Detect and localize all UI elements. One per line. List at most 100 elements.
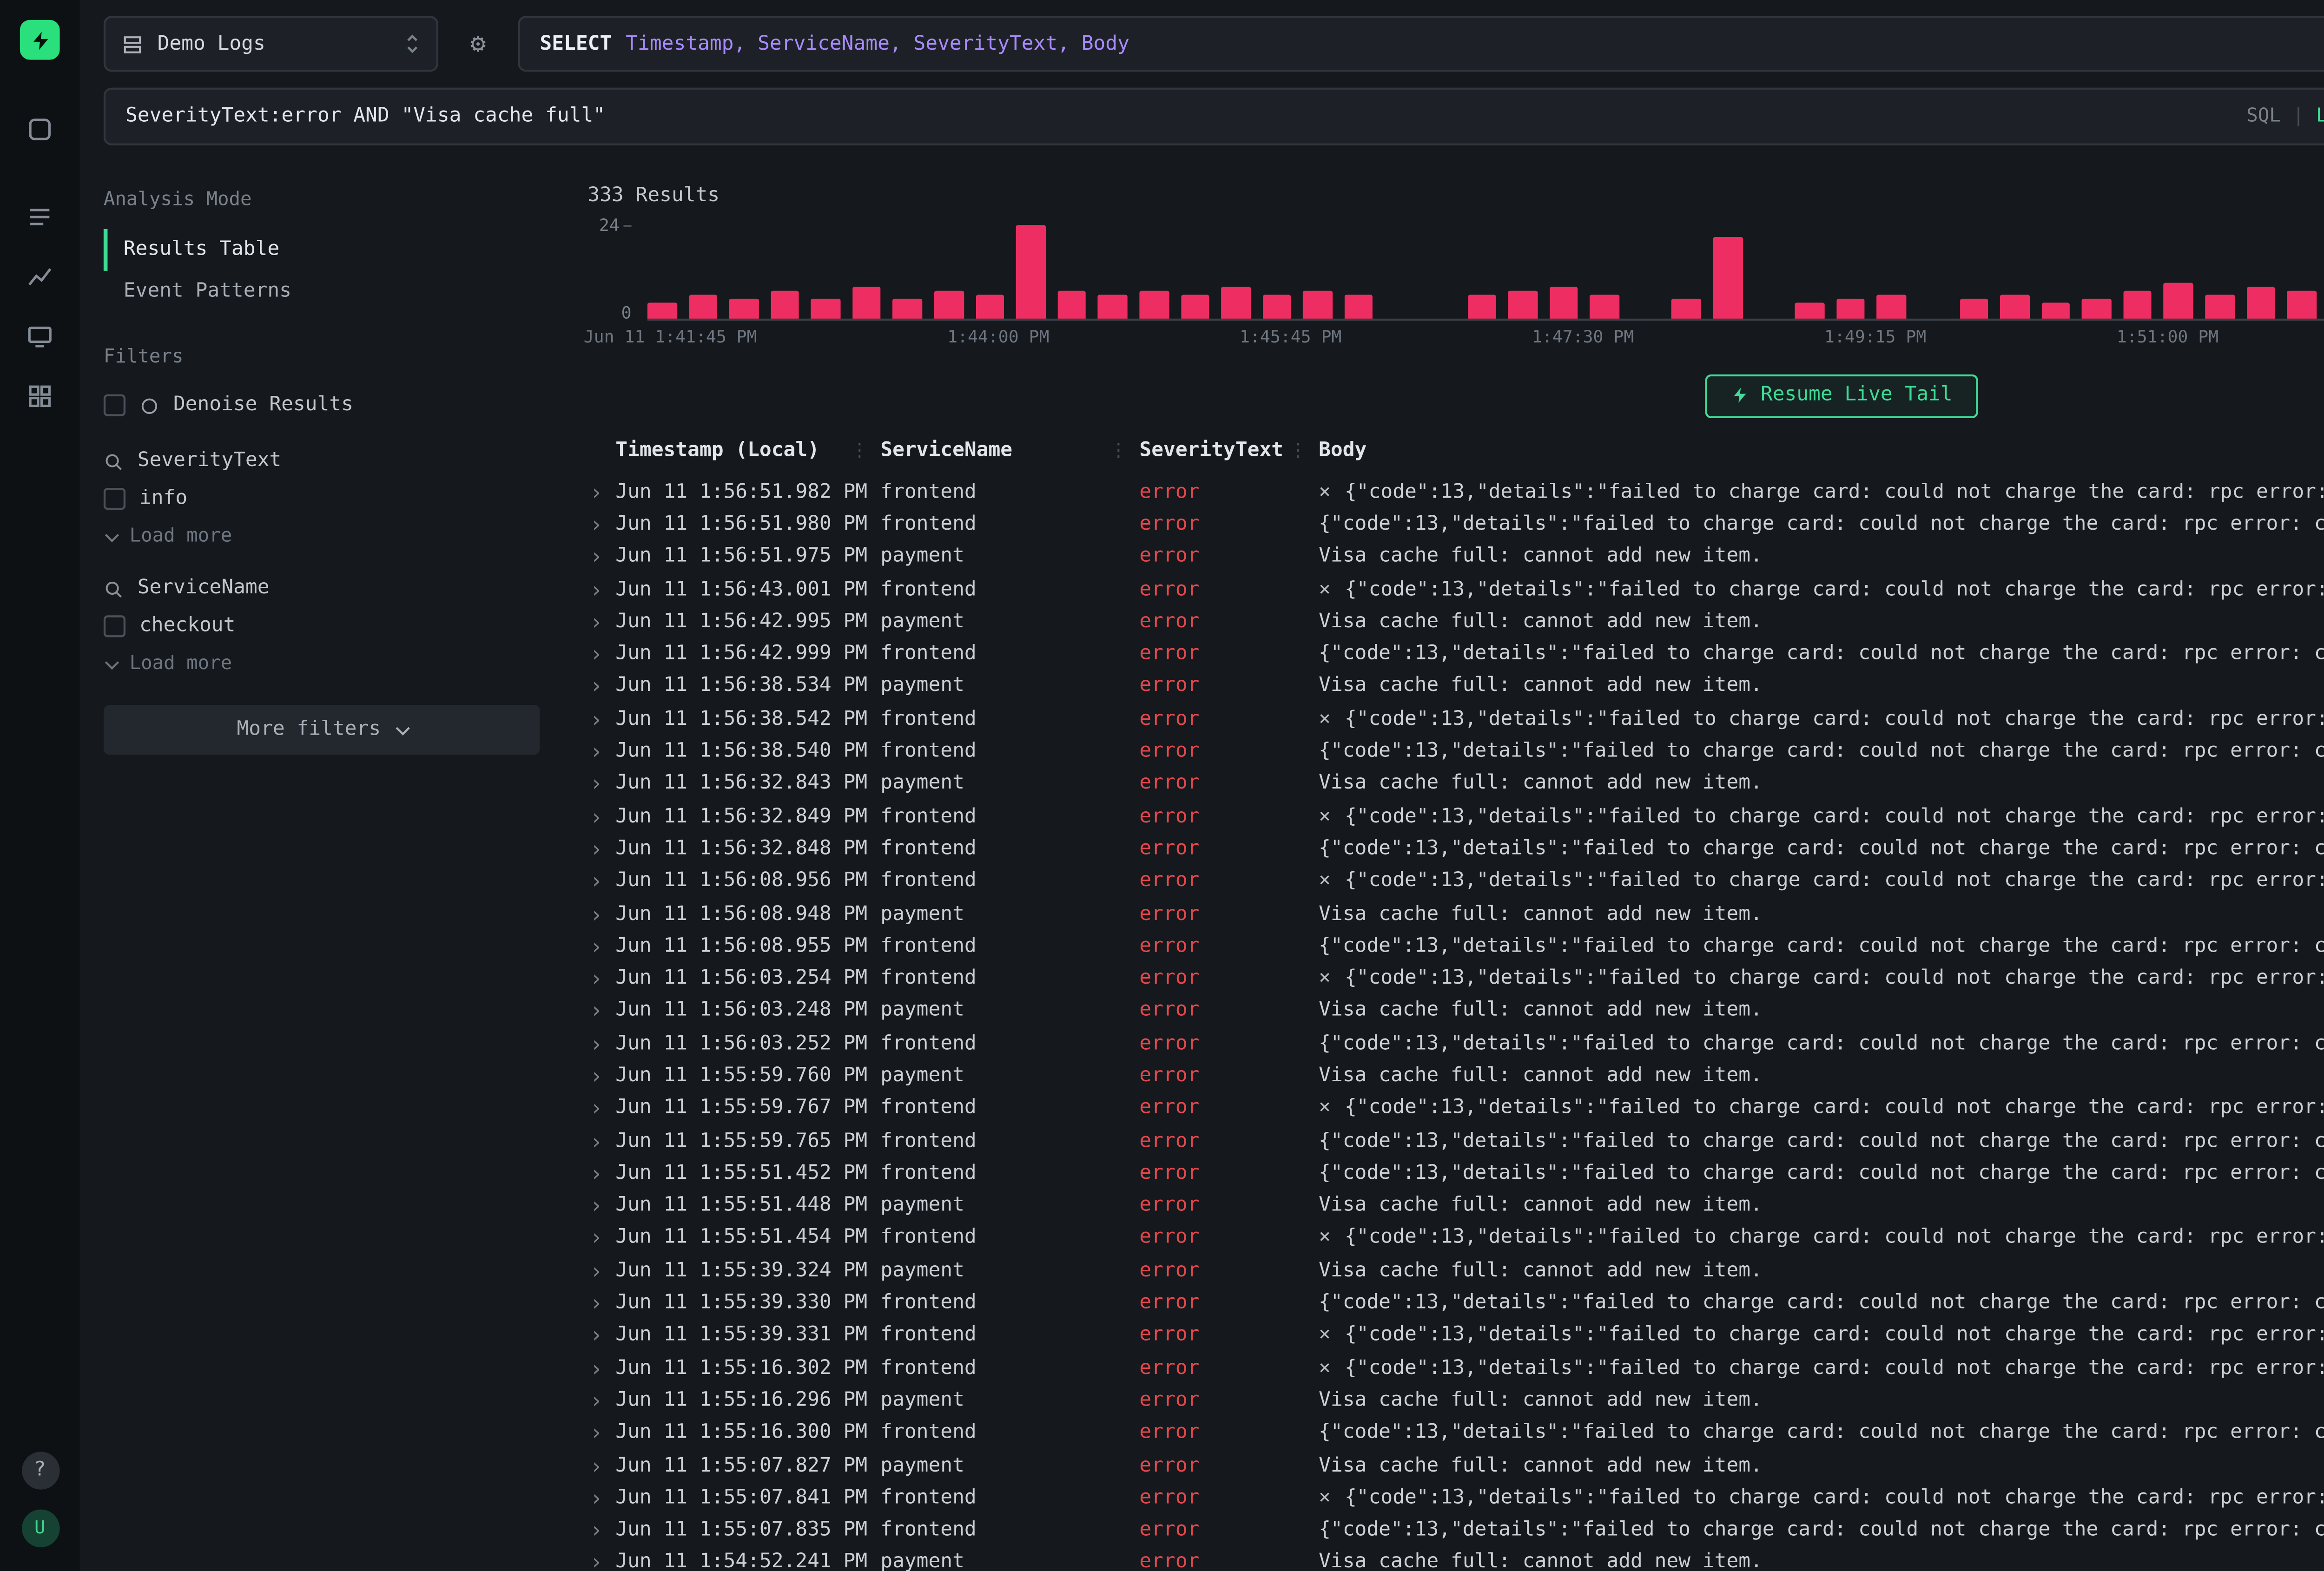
- row-expand-chevron[interactable]: ›: [584, 1033, 616, 1055]
- table-row[interactable]: › Jun 11 1:56:51.975 PM payment error Vi…: [584, 541, 2324, 573]
- table-row[interactable]: › Jun 11 1:56:03.252 PM frontend error {…: [584, 1028, 2324, 1060]
- denoise-results-toggle[interactable]: Denoise Results: [104, 386, 540, 424]
- histogram-bar[interactable]: [812, 299, 840, 319]
- monitor-icon[interactable]: [18, 315, 62, 358]
- row-expand-chevron[interactable]: ›: [584, 1195, 616, 1217]
- histogram-bar[interactable]: [2041, 303, 2070, 319]
- header-timestamp[interactable]: Timestamp (Local) ⋮: [615, 440, 880, 462]
- row-expand-chevron[interactable]: ›: [584, 1000, 616, 1022]
- sql-mode-button[interactable]: SQL: [2246, 105, 2281, 127]
- column-resize-handle[interactable]: ⋮: [1289, 441, 1319, 461]
- column-resize-handle[interactable]: ⋮: [851, 441, 880, 461]
- more-filters-button[interactable]: More filters: [104, 705, 540, 755]
- histogram-bar[interactable]: [2287, 291, 2316, 319]
- row-expand-chevron[interactable]: ›: [584, 676, 616, 698]
- histogram-bar[interactable]: [1017, 225, 1045, 318]
- table-row[interactable]: › Jun 11 1:55:16.300 PM frontend error {…: [584, 1417, 2324, 1450]
- facet-severitytext[interactable]: SeverityText: [104, 442, 540, 480]
- histogram-bar[interactable]: [770, 291, 799, 319]
- table-row[interactable]: › Jun 11 1:55:07.827 PM payment error Vi…: [584, 1450, 2324, 1482]
- row-expand-chevron[interactable]: ›: [584, 578, 616, 600]
- table-row[interactable]: › Jun 11 1:56:38.534 PM payment error Vi…: [584, 670, 2324, 703]
- histogram-bar[interactable]: [647, 303, 676, 319]
- table-row[interactable]: › Jun 11 1:55:51.448 PM payment error Vi…: [584, 1190, 2324, 1223]
- facet-servicename[interactable]: ServiceName: [104, 570, 540, 607]
- table-row[interactable]: › Jun 11 1:56:42.995 PM payment error Vi…: [584, 606, 2324, 638]
- histogram-bar[interactable]: [729, 299, 758, 319]
- histogram-bar[interactable]: [1713, 237, 1742, 318]
- table-row[interactable]: › Jun 11 1:55:07.835 PM frontend error {…: [584, 1514, 2324, 1547]
- row-expand-chevron[interactable]: ›: [584, 1520, 616, 1542]
- checkout-checkbox[interactable]: [104, 615, 125, 637]
- row-expand-chevron[interactable]: ›: [584, 513, 616, 535]
- filter-option-checkout[interactable]: checkout: [104, 607, 540, 645]
- table-row[interactable]: › Jun 11 1:55:59.767 PM frontend error ×…: [584, 1092, 2324, 1125]
- table-row[interactable]: › Jun 11 1:56:43.001 PM frontend error ×…: [584, 573, 2324, 606]
- table-row[interactable]: › Jun 11 1:55:59.760 PM payment error Vi…: [584, 1060, 2324, 1092]
- user-avatar[interactable]: U: [21, 1510, 59, 1547]
- table-row[interactable]: › Jun 11 1:55:16.296 PM payment error Vi…: [584, 1385, 2324, 1417]
- histogram-bar[interactable]: [852, 288, 881, 319]
- table-row[interactable]: › Jun 11 1:54:52.241 PM payment error Vi…: [584, 1547, 2324, 1571]
- histogram-bar[interactable]: [1180, 295, 1209, 318]
- table-row[interactable]: › Jun 11 1:56:42.999 PM frontend error {…: [584, 638, 2324, 670]
- histogram-bar[interactable]: [1057, 291, 1086, 319]
- table-row[interactable]: › Jun 11 1:56:51.982 PM frontend error ×…: [584, 476, 2324, 508]
- histogram-bar[interactable]: [1467, 295, 1496, 318]
- row-expand-chevron[interactable]: ›: [584, 1228, 616, 1249]
- row-expand-chevron[interactable]: ›: [584, 1130, 616, 1152]
- table-row[interactable]: › Jun 11 1:56:32.848 PM frontend error {…: [584, 833, 2324, 866]
- row-expand-chevron[interactable]: ›: [584, 1260, 616, 1282]
- table-row[interactable]: › Jun 11 1:56:32.849 PM frontend error ×…: [584, 801, 2324, 833]
- mode-event-patterns[interactable]: Event Patterns: [104, 271, 540, 313]
- row-expand-chevron[interactable]: ›: [584, 806, 616, 828]
- row-expand-chevron[interactable]: ›: [584, 1098, 616, 1120]
- row-expand-chevron[interactable]: ›: [584, 903, 616, 925]
- histogram-bar[interactable]: [688, 295, 717, 318]
- histogram-bar[interactable]: [1549, 288, 1578, 319]
- histogram-bar[interactable]: [2082, 299, 2111, 319]
- table-row[interactable]: › Jun 11 1:56:32.843 PM payment error Vi…: [584, 768, 2324, 801]
- row-expand-chevron[interactable]: ›: [584, 481, 616, 503]
- histogram-bar[interactable]: [1590, 295, 1619, 318]
- row-expand-chevron[interactable]: ›: [584, 1422, 616, 1444]
- table-row[interactable]: › Jun 11 1:55:59.765 PM frontend error {…: [584, 1125, 2324, 1157]
- search-input[interactable]: SeverityText:error AND "Visa cache full"…: [104, 88, 2324, 145]
- logs-icon[interactable]: [18, 195, 62, 239]
- header-servicename[interactable]: ServiceName ⋮: [880, 440, 1139, 462]
- row-expand-chevron[interactable]: ›: [584, 838, 616, 860]
- histogram-bar[interactable]: [2000, 295, 2029, 318]
- histogram-bar[interactable]: [1098, 295, 1127, 318]
- dashboard-grid-icon[interactable]: [18, 375, 62, 418]
- histogram-bar[interactable]: [1877, 295, 1906, 318]
- row-expand-chevron[interactable]: ›: [584, 741, 616, 762]
- row-expand-chevron[interactable]: ›: [584, 773, 616, 795]
- table-row[interactable]: › Jun 11 1:55:39.324 PM payment error Vi…: [584, 1255, 2324, 1288]
- row-expand-chevron[interactable]: ›: [584, 1163, 616, 1184]
- row-expand-chevron[interactable]: ›: [584, 546, 616, 568]
- table-row[interactable]: › Jun 11 1:56:51.980 PM frontend error {…: [584, 508, 2324, 541]
- header-body[interactable]: Body: [1319, 440, 2324, 462]
- datasource-select[interactable]: Demo Logs: [104, 16, 438, 72]
- table-row[interactable]: › Jun 11 1:55:16.302 PM frontend error ×…: [584, 1352, 2324, 1385]
- table-row[interactable]: › Jun 11 1:55:39.330 PM frontend error {…: [584, 1287, 2324, 1320]
- row-expand-chevron[interactable]: ›: [584, 968, 616, 990]
- row-expand-chevron[interactable]: ›: [584, 1357, 616, 1379]
- row-expand-chevron[interactable]: ›: [584, 1325, 616, 1347]
- table-row[interactable]: › Jun 11 1:56:08.948 PM payment error Vi…: [584, 898, 2324, 930]
- select-columns-input[interactable]: SELECT Timestamp, ServiceName, SeverityT…: [518, 16, 2324, 72]
- resume-live-tail-button[interactable]: Resume Live Tail: [1705, 375, 1979, 418]
- table-row[interactable]: › Jun 11 1:56:03.248 PM payment error Vi…: [584, 995, 2324, 1028]
- table-row[interactable]: › Jun 11 1:56:08.956 PM frontend error ×…: [584, 865, 2324, 898]
- row-expand-chevron[interactable]: ›: [584, 709, 616, 730]
- gear-icon[interactable]: ⚙: [454, 16, 502, 72]
- help-button[interactable]: ?: [21, 1452, 59, 1489]
- row-expand-chevron[interactable]: ›: [584, 1455, 616, 1477]
- histogram-bar[interactable]: [2205, 295, 2234, 318]
- histogram-bar[interactable]: [1795, 303, 1824, 319]
- app-logo[interactable]: [20, 20, 60, 60]
- table-row[interactable]: › Jun 11 1:55:39.331 PM frontend error ×…: [584, 1320, 2324, 1352]
- table-row[interactable]: › Jun 11 1:55:07.841 PM frontend error ×…: [584, 1482, 2324, 1514]
- histogram-bar[interactable]: [2246, 288, 2275, 319]
- row-expand-chevron[interactable]: ›: [584, 644, 616, 665]
